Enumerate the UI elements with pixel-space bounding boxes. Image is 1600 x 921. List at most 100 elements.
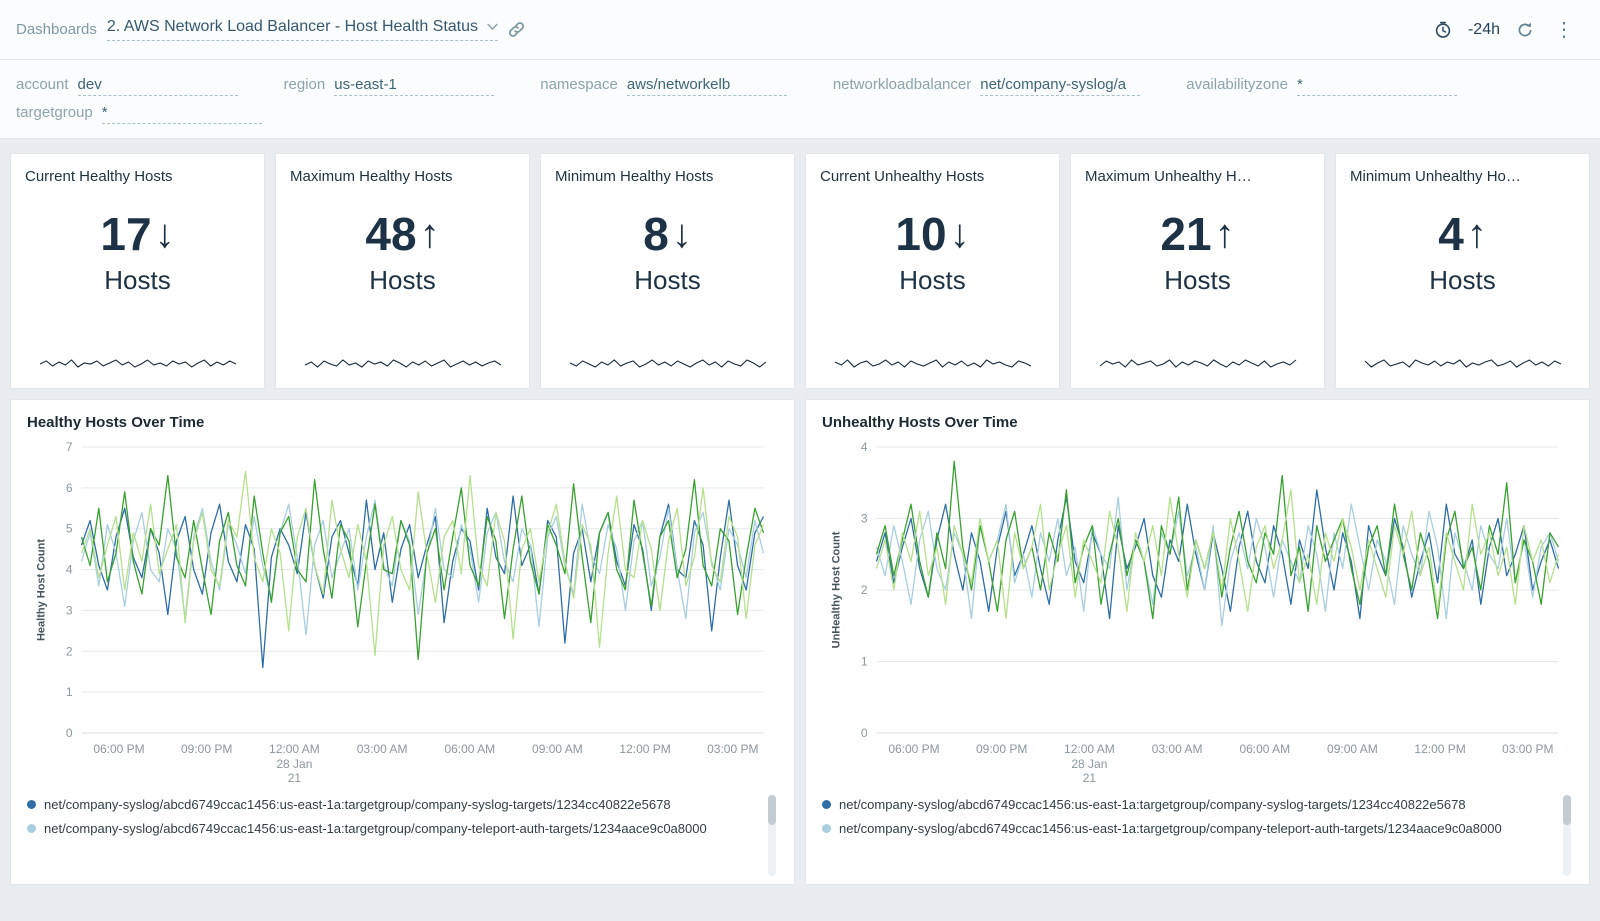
svg-text:03:00 AM: 03:00 AM <box>1152 742 1203 756</box>
legend-dot-icon <box>822 824 831 833</box>
stat-panel-title: Minimum Unhealthy Ho… <box>1350 168 1521 185</box>
stat-number: 48 <box>365 207 416 261</box>
clock-icon[interactable] <box>1434 21 1452 39</box>
refresh-icon[interactable] <box>1516 21 1534 39</box>
link-icon[interactable] <box>508 21 525 38</box>
stat-panel[interactable]: Minimum Unhealthy Ho…4↑Hosts <box>1335 153 1590 389</box>
svg-text:09:00 AM: 09:00 AM <box>1327 742 1378 756</box>
svg-text:09:00 PM: 09:00 PM <box>976 742 1027 756</box>
filter-label: networkloadbalancer <box>833 76 971 93</box>
svg-text:4: 4 <box>66 563 73 577</box>
filter-value-input[interactable]: dev <box>78 76 238 96</box>
legend-scrollbar[interactable] <box>768 795 776 876</box>
top-bar-right: -24h ⋮ <box>1434 20 1578 40</box>
svg-text:21: 21 <box>288 771 302 785</box>
svg-text:12:00 AM: 12:00 AM <box>269 742 320 756</box>
legend-dot-icon <box>27 824 36 833</box>
svg-text:06:00 PM: 06:00 PM <box>888 742 939 756</box>
stat-panel[interactable]: Maximum Healthy Hosts48↑Hosts <box>275 153 530 389</box>
stat-unit: Hosts <box>899 265 965 296</box>
svg-text:28 Jan: 28 Jan <box>1071 757 1107 771</box>
svg-text:28 Jan: 28 Jan <box>276 757 312 771</box>
filter-label: availabilityzone <box>1186 76 1288 93</box>
filter-value-input[interactable]: us-east-1 <box>334 76 494 96</box>
stat-value: 4↑ <box>1438 207 1487 261</box>
breadcrumb[interactable]: Dashboards <box>16 21 97 38</box>
kebab-menu-icon[interactable]: ⋮ <box>1550 20 1578 40</box>
svg-text:09:00 AM: 09:00 AM <box>532 742 583 756</box>
chevron-down-icon <box>487 23 498 31</box>
stat-number: 4 <box>1438 207 1464 261</box>
line-chart: 0123406:00 PM09:00 PM12:00 AM28 Jan2103:… <box>822 437 1573 789</box>
stat-panel-title: Current Healthy Hosts <box>25 168 173 185</box>
sparkline <box>1363 356 1563 372</box>
legend-label: net/company-syslog/abcd6749ccac1456:us-e… <box>44 819 707 839</box>
legend-item[interactable]: net/company-syslog/abcd6749ccac1456:us-e… <box>27 819 758 839</box>
stat-panel[interactable]: Current Healthy Hosts17↓Hosts <box>10 153 265 389</box>
page-title: 2. AWS Network Load Balancer - Host Heal… <box>107 18 478 36</box>
filter-availabilityzone: availabilityzone * <box>1186 76 1457 96</box>
line-chart: 0123456706:00 PM09:00 PM12:00 AM28 Jan21… <box>27 437 778 789</box>
filter-value-input[interactable]: * <box>1297 76 1457 96</box>
legend-label: net/company-syslog/abcd6749ccac1456:us-e… <box>839 795 1466 815</box>
sparkline <box>303 356 503 372</box>
chart-legend: net/company-syslog/abcd6749ccac1456:us-e… <box>822 791 1573 884</box>
stat-number: 8 <box>643 207 669 261</box>
stat-unit: Hosts <box>104 265 170 296</box>
stat-panel[interactable]: Minimum Healthy Hosts8↓Hosts <box>540 153 795 389</box>
legend-scrollbar[interactable] <box>1563 795 1571 876</box>
time-range-label[interactable]: -24h <box>1468 21 1500 39</box>
filter-label: namespace <box>540 76 618 93</box>
sparkline <box>568 356 768 372</box>
stat-number: 17 <box>100 207 151 261</box>
svg-text:3: 3 <box>66 603 73 617</box>
stat-panel-title: Current Unhealthy Hosts <box>820 168 984 185</box>
legend-item[interactable]: net/company-syslog/abcd6749ccac1456:us-e… <box>27 795 758 815</box>
filter-label: region <box>284 76 326 93</box>
svg-text:12:00 PM: 12:00 PM <box>1414 742 1465 756</box>
filter-targetgroup: targetgroup * <box>16 104 262 124</box>
svg-text:0: 0 <box>66 726 73 740</box>
stat-panel-title: Maximum Unhealthy H… <box>1085 168 1252 185</box>
series-line <box>877 461 1559 618</box>
stat-value: 10↓ <box>895 207 969 261</box>
filter-value-input[interactable]: * <box>102 104 262 124</box>
filter-account: account dev <box>16 76 238 96</box>
dashboard-body: Current Healthy Hosts17↓HostsMaximum Hea… <box>0 139 1600 885</box>
svg-text:03:00 PM: 03:00 PM <box>707 742 758 756</box>
stat-panel-title: Minimum Healthy Hosts <box>555 168 713 185</box>
series-line <box>877 490 1559 619</box>
legend-item[interactable]: net/company-syslog/abcd6749ccac1456:us-e… <box>822 795 1553 815</box>
svg-text:06:00 PM: 06:00 PM <box>93 742 144 756</box>
dashboard-title-select[interactable]: 2. AWS Network Load Balancer - Host Heal… <box>107 18 498 41</box>
trend-down-arrow-icon: ↓ <box>672 212 692 257</box>
stat-panel[interactable]: Maximum Unhealthy H…21↑Hosts <box>1070 153 1325 389</box>
svg-text:1: 1 <box>861 655 868 669</box>
scrollbar-thumb[interactable] <box>1563 795 1571 825</box>
series-line <box>877 490 1559 619</box>
stat-panel-title: Maximum Healthy Hosts <box>290 168 453 185</box>
legend-item[interactable]: net/company-syslog/abcd6749ccac1456:us-e… <box>822 819 1553 839</box>
filter-value-input[interactable]: aws/networkelb <box>627 76 787 96</box>
svg-text:6: 6 <box>66 481 73 495</box>
series-line <box>82 476 764 660</box>
stat-unit: Hosts <box>1164 265 1230 296</box>
svg-text:3: 3 <box>861 512 868 526</box>
svg-text:0: 0 <box>861 726 868 740</box>
svg-text:4: 4 <box>861 440 868 454</box>
svg-text:7: 7 <box>66 440 73 454</box>
scrollbar-thumb[interactable] <box>768 795 776 825</box>
legend-dot-icon <box>822 800 831 809</box>
filter-label: targetgroup <box>16 104 93 121</box>
filter-networkloadbalancer: networkloadbalancer net/company-syslog/a <box>833 76 1140 96</box>
filter-label: account <box>16 76 69 93</box>
svg-text:12:00 AM: 12:00 AM <box>1064 742 1115 756</box>
filter-region: region us-east-1 <box>284 76 495 96</box>
stat-panel[interactable]: Current Unhealthy Hosts 10↓ Hosts <box>805 153 1060 389</box>
filter-value-input[interactable]: net/company-syslog/a <box>980 76 1140 96</box>
charts-row: Healthy Hosts Over Time0123456706:00 PM0… <box>10 399 1590 885</box>
stat-value: 8↓ <box>643 207 692 261</box>
trend-up-arrow-icon: ↑ <box>420 212 440 257</box>
trend-up-arrow-icon: ↑ <box>1215 212 1235 257</box>
sparkline <box>1098 356 1298 372</box>
